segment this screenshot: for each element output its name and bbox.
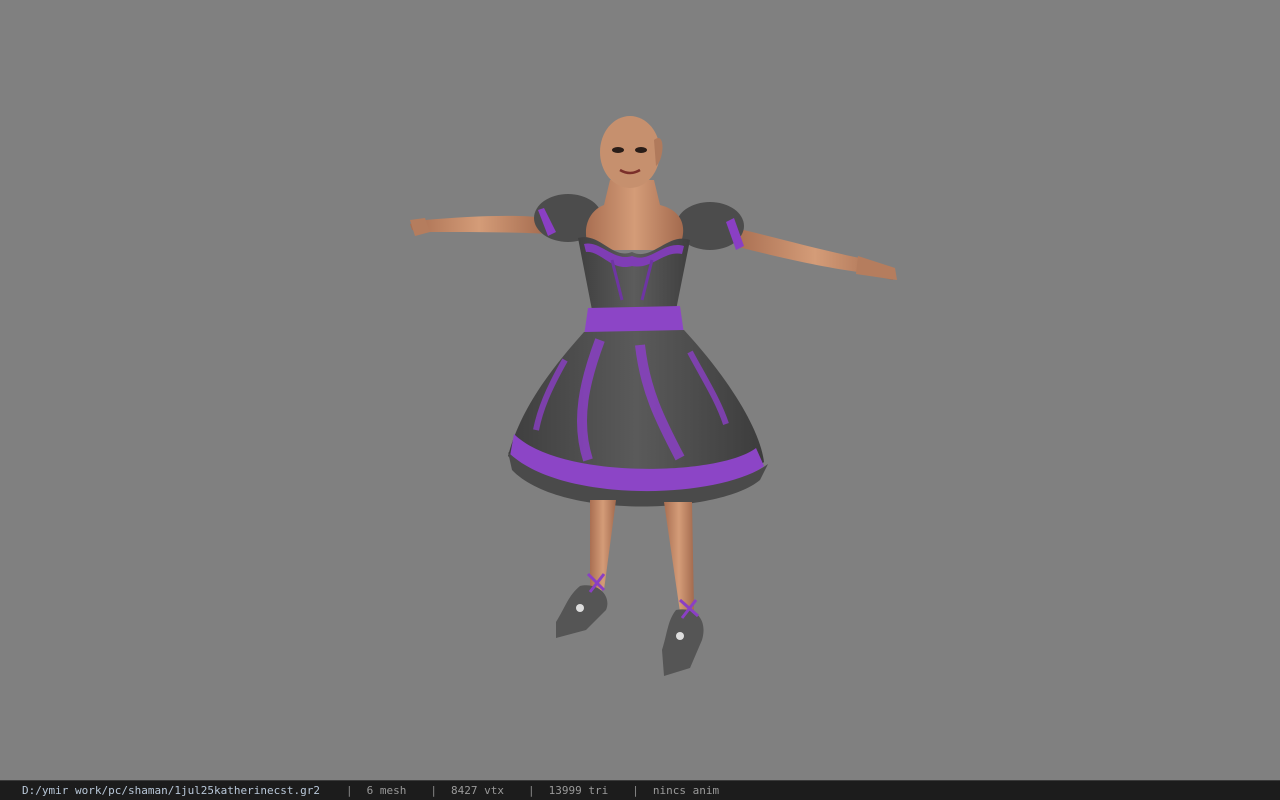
character-model[interactable] xyxy=(0,0,1280,780)
triangle-count-label: 13999 tri xyxy=(548,784,609,797)
head xyxy=(600,116,660,188)
left-shoe xyxy=(556,585,608,638)
mesh-count-label: 6 mesh xyxy=(366,784,407,797)
right-leg xyxy=(664,502,694,612)
right-shoe xyxy=(662,609,704,676)
neck-chest xyxy=(585,180,684,250)
separator: | xyxy=(632,784,639,797)
separator: | xyxy=(528,784,535,797)
vertex-count-label: 8427 vtx xyxy=(451,784,504,797)
separator: | xyxy=(346,784,353,797)
status-bar: D:/ymir work/pc/shaman/1jul25katherinecs… xyxy=(0,780,1280,800)
left-arm xyxy=(410,215,548,234)
animation-status-label: nincs anim xyxy=(652,784,720,797)
3d-viewport[interactable] xyxy=(0,0,1280,780)
separator: | xyxy=(430,784,438,797)
file-path-label: D:/ymir work/pc/shaman/1jul25katherinecs… xyxy=(22,784,321,797)
right-hand xyxy=(856,256,897,280)
